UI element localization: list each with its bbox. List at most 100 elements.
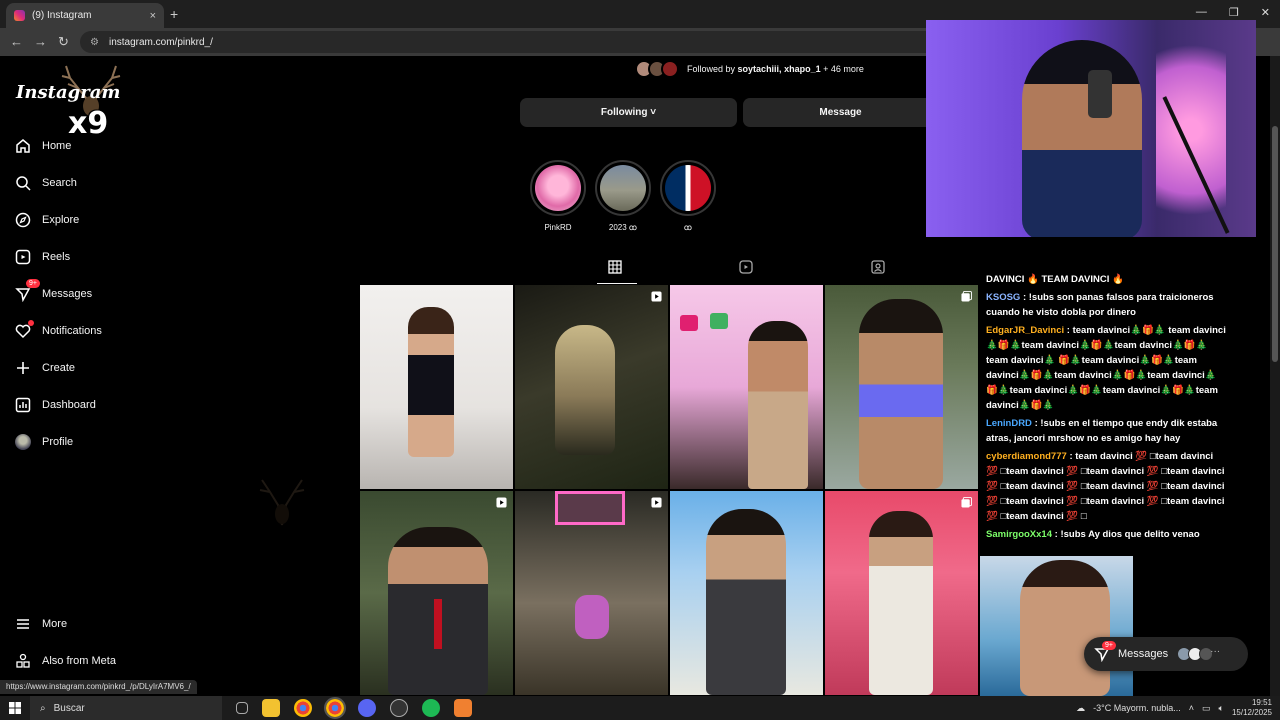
messages-label: Messages [1118, 648, 1169, 660]
post-image [706, 509, 786, 695]
story-highlight[interactable]: 2023 ꝏ [593, 160, 653, 232]
more-icon: ··· [1210, 646, 1221, 657]
followed-by[interactable]: Followed by soytachiii, xhapo_1 + 46 mor… [635, 60, 864, 78]
message-button[interactable]: Message [743, 98, 938, 127]
url-text: instagram.com/pinkrd_/ [108, 36, 213, 48]
chat-text: DAVINCI 🔥 TEAM DAVINCI 🔥 [986, 274, 1124, 285]
spotify-icon[interactable] [422, 699, 440, 717]
nav-dashboard[interactable]: Dashboard [14, 393, 96, 417]
page-scrollbar[interactable] [1270, 56, 1280, 696]
task-view-icon[interactable] [236, 702, 248, 714]
chat-user: cyberdiamond777 [986, 451, 1067, 462]
discord-icon[interactable] [358, 699, 376, 717]
post-image [555, 325, 615, 455]
browser-tab[interactable]: (9) Instagram × [6, 3, 164, 28]
start-button[interactable] [0, 702, 30, 714]
recent-chat-avatars: ··· [1177, 646, 1224, 661]
post-thumbnail[interactable] [360, 285, 513, 489]
dashboard-icon [14, 396, 32, 414]
tab-posts[interactable] [608, 260, 622, 279]
volume-icon[interactable]: 🔈︎ [1219, 703, 1224, 714]
scrollbar-thumb[interactable] [1272, 126, 1278, 362]
stream-chat: DAVINCI 🔥 TEAM DAVINCI 🔥 KSOSG : !subs s… [986, 272, 1226, 545]
nav-more[interactable]: More [14, 612, 67, 636]
chat-user: SamirgooXx14 [986, 529, 1052, 540]
network-icon[interactable]: ▭ [1202, 703, 1211, 714]
nav-messages[interactable]: 9+ Messages [14, 279, 92, 306]
nav-label: Notifications [42, 325, 102, 337]
post-image [434, 599, 442, 649]
post-thumbnail[interactable] [515, 285, 668, 489]
nav-label: Explore [42, 214, 80, 226]
minimize-icon[interactable]: — [1196, 6, 1207, 19]
restore-icon[interactable]: ❐ [1229, 6, 1239, 19]
nav-label: Also from Meta [42, 655, 116, 667]
post-thumbnail[interactable] [670, 285, 823, 489]
taskbar-search-label: Buscar [53, 702, 85, 714]
reload-icon[interactable]: ↻ [58, 34, 69, 50]
chat-message: LeninDRD : !subs en el tiempo que endy d… [986, 416, 1226, 446]
reel-indicator-icon [651, 497, 662, 508]
story-highlight[interactable]: PinkRD [528, 160, 588, 232]
search-icon [14, 174, 32, 192]
post-thumbnail[interactable] [825, 491, 978, 695]
reel-indicator-icon [651, 291, 662, 302]
file-explorer-icon[interactable] [262, 699, 280, 717]
messages-badge: 9+ [1102, 641, 1116, 650]
taskbar-search[interactable]: ⌕ Buscar [30, 696, 222, 720]
post-thumbnail-partial[interactable] [980, 556, 1133, 696]
menu-icon [14, 615, 32, 633]
tagged-icon [871, 260, 885, 274]
carousel-indicator-icon [961, 291, 972, 302]
weather-text[interactable]: -3°C Mayorm. nubla... [1093, 703, 1181, 713]
messages-badge: 9+ [26, 279, 40, 288]
clock[interactable]: 19:51 15/12/2025 [1232, 698, 1272, 718]
tab-tagged[interactable] [871, 260, 885, 279]
post-thumbnail[interactable] [825, 285, 978, 489]
chat-text: : !subs son panas falsos para traicioner… [986, 292, 1214, 318]
following-button[interactable]: Following ˅ [520, 98, 737, 127]
post-thumbnail[interactable] [360, 491, 513, 695]
nav-create[interactable]: Create [14, 356, 75, 380]
instagram-logo[interactable]: Instagram [16, 82, 120, 103]
highlight-ring [660, 160, 716, 216]
close-window-icon[interactable]: ✕ [1261, 6, 1270, 19]
chevron-up-icon[interactable]: ˄ [1189, 703, 1194, 713]
forward-icon[interactable]: → [34, 34, 47, 49]
messages-floating-button[interactable]: 9+ Messages ··· [1084, 637, 1248, 671]
highlight-label: ꝏ [683, 223, 693, 232]
site-info-icon[interactable]: ⚙ [90, 37, 99, 48]
taskbar-apps [236, 697, 472, 719]
address-bar[interactable]: ⚙ instagram.com/pinkrd_/ [80, 31, 940, 53]
deer-watermark-icon [259, 479, 305, 526]
post-image [710, 313, 728, 329]
nav-label: Dashboard [42, 399, 96, 411]
chrome-icon[interactable] [294, 699, 312, 717]
nav-reels[interactable]: Reels [14, 245, 70, 269]
nav-search[interactable]: Search [14, 171, 77, 195]
app-icon[interactable] [454, 699, 472, 717]
new-tab-button[interactable]: + [170, 6, 178, 22]
highlight-ring [595, 160, 651, 216]
nav-profile[interactable]: Profile [14, 430, 73, 454]
phone-icon [1088, 70, 1112, 118]
reels-tab-icon [739, 260, 753, 274]
messenger-icon: 9+ [14, 279, 40, 303]
tab-reels[interactable] [739, 260, 753, 279]
system-tray: ☁ -3°C Mayorm. nubla... ˄ ▭ 🔈︎ 19:51 15/… [1076, 696, 1272, 720]
post-thumbnail[interactable] [670, 491, 823, 695]
nav-also-from-meta[interactable]: Also from Meta [14, 649, 116, 673]
instagram-favicon-icon [14, 10, 25, 21]
obs-icon[interactable] [390, 699, 408, 717]
nav-explore[interactable]: Explore [14, 208, 79, 232]
post-image [859, 299, 943, 489]
back-icon[interactable]: ← [10, 34, 23, 49]
search-icon: ⌕ [40, 702, 46, 714]
chrome-active-icon[interactable] [324, 697, 346, 719]
nav-home[interactable]: Home [14, 134, 71, 158]
nav-notifications[interactable]: Notifications [14, 319, 102, 343]
post-thumbnail[interactable] [515, 491, 668, 695]
grid-icon [608, 260, 622, 274]
story-highlight[interactable]: ꝏ [658, 160, 718, 232]
close-tab-icon[interactable]: × [150, 10, 156, 22]
